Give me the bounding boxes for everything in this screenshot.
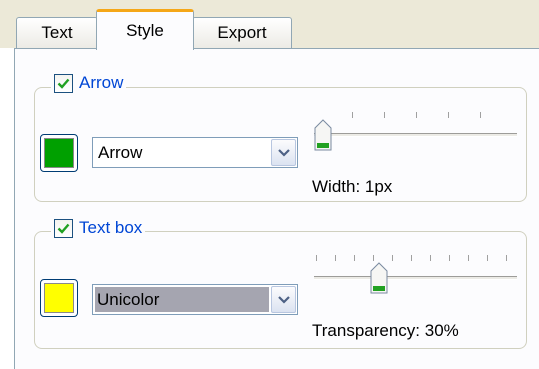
slider-tick xyxy=(352,112,353,118)
slider-tick xyxy=(448,112,449,118)
slider-thumb-icon[interactable] xyxy=(314,119,332,151)
slider-tick xyxy=(416,112,417,118)
slider-thumb-icon[interactable] xyxy=(370,262,388,294)
arrow-color-swatch xyxy=(44,138,74,168)
slider-tick xyxy=(411,255,412,261)
checkmark-icon xyxy=(57,78,70,89)
arrow-width-readout: Width: 1px xyxy=(312,177,393,196)
slider-tick xyxy=(449,255,450,261)
textbox-style-value: Unicolor xyxy=(97,290,160,309)
textbox-color-button[interactable] xyxy=(40,279,78,317)
arrow-color-button[interactable] xyxy=(40,134,78,172)
textbox-transparency-readout: Transparency: 30% xyxy=(312,321,459,340)
tab-export[interactable]: Export xyxy=(192,17,292,48)
slider-tick xyxy=(480,112,481,118)
textbox-style-dropdown[interactable]: Unicolor xyxy=(92,284,298,315)
slider-tick xyxy=(335,255,336,261)
slider-tick xyxy=(430,255,431,261)
slider-tick xyxy=(384,112,385,118)
slider-tick xyxy=(506,255,507,261)
arrow-width-slider[interactable] xyxy=(312,112,517,160)
tab-text[interactable]: Text xyxy=(16,17,98,48)
arrow-style-dropdown[interactable]: Arrow xyxy=(92,137,298,168)
chevron-down-icon xyxy=(278,149,290,157)
slider-tick xyxy=(373,255,374,261)
textbox-transparency-slider[interactable] xyxy=(312,255,517,303)
slider-tick xyxy=(354,255,355,261)
slider-tick xyxy=(316,255,317,261)
slider-track xyxy=(314,133,517,137)
textbox-color-swatch xyxy=(44,283,74,313)
slider-tick xyxy=(392,255,393,261)
slider-tick xyxy=(487,255,488,261)
arrow-style-dropdown-button[interactable] xyxy=(271,139,296,166)
textbox-checkbox[interactable] xyxy=(54,218,73,238)
arrow-style-value: Arrow xyxy=(98,143,143,162)
textbox-group-label[interactable]: Text box xyxy=(79,218,142,238)
slider-track xyxy=(314,276,517,280)
arrow-group-label[interactable]: Arrow xyxy=(79,73,123,93)
slider-tick xyxy=(468,255,469,261)
checkmark-icon xyxy=(57,223,70,234)
arrow-checkbox[interactable] xyxy=(54,73,73,93)
tab-style[interactable]: Style xyxy=(96,9,194,50)
chevron-down-icon xyxy=(278,296,290,304)
arrow-group-header: Arrow xyxy=(51,73,127,93)
textbox-group-header: Text box xyxy=(51,218,146,238)
tab-strip: Text Export Style xyxy=(0,0,539,50)
textbox-style-dropdown-button[interactable] xyxy=(271,286,296,313)
